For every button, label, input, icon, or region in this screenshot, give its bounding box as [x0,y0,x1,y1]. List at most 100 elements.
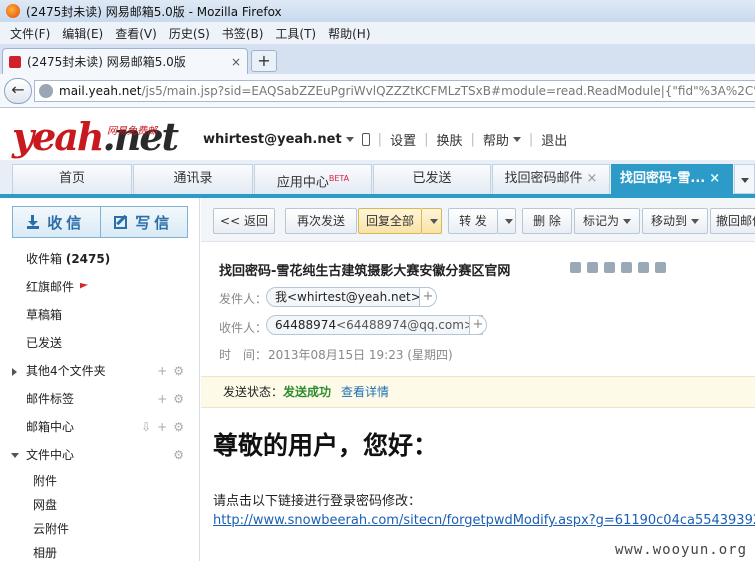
mail-favicon-icon [9,55,21,68]
tab-home[interactable]: 首页 [12,164,132,194]
logo-subtitle: 网易免费邮 [107,126,157,137]
browser-back-button[interactable]: ← [4,78,32,104]
settings-link[interactable]: 设置 [390,130,416,149]
reply-dropdown-button[interactable] [422,208,442,234]
tab-find-password-mails[interactable]: 找回密码邮件 × [492,164,610,194]
user-bar: whirtest@yeah.net | 设置 | 换肤 | 帮助 | 退出 [203,130,568,149]
window-titlebar: (2475封未读) 网易邮箱5.0版 - Mozilla Firefox [0,0,755,22]
mobile-phone-icon[interactable] [361,133,370,146]
note-icon[interactable] [621,262,632,273]
download-icon [27,215,40,229]
subject-action-icons [570,262,666,273]
folder-drafts[interactable]: 草稿箱 [0,302,200,328]
url-path: /js5/main.jsp?sid=EAQSabZZEuPgriWvlQZZZt… [141,84,755,98]
settings-icon[interactable]: ⚙ [173,442,190,468]
red-flag-icon [80,283,89,289]
logout-link[interactable]: 退出 [541,130,567,149]
expand-arrow-icon[interactable] [12,368,17,376]
folder-cloud-attachments[interactable]: 云附件 [0,516,200,542]
password-reset-link[interactable]: http://www.snowbeerah.com/sitecn/forgetp… [213,513,755,528]
close-tab-icon[interactable]: × [231,55,241,69]
edit-icon [114,215,128,229]
mail-header: yeah.net 网易免费邮 whirtest@yeah.net | 设置 | … [0,108,755,160]
add-sender-button[interactable]: + [419,287,437,307]
folder-attachments[interactable]: 附件 [0,468,200,494]
mark-as-button[interactable]: 标记为 [574,208,640,234]
to-label: 收件人： [219,321,268,335]
view-details-link[interactable]: 查看详情 [341,385,389,399]
menu-view[interactable]: 查看(V) [109,25,163,42]
resend-button[interactable]: 再次发送 [285,208,357,234]
receive-button[interactable]: 收信 [13,207,100,237]
back-button[interactable]: << 返回 [213,208,275,234]
menu-edit[interactable]: 编辑(E) [56,25,109,42]
folder-sent[interactable]: 已发送 [0,330,200,356]
print-icon[interactable] [638,262,649,273]
newwindow-icon[interactable] [655,262,666,273]
compose-button[interactable]: 写信 [99,207,188,237]
folder-labels[interactable]: 邮件标签 +⚙ [0,386,200,412]
browser-tab-strip: (2475封未读) 网易邮箱5.0版 × + [0,44,755,74]
new-tab-button[interactable]: + [251,50,277,72]
collapse-arrow-icon[interactable] [11,453,19,458]
status-label: 发送状态： [223,385,284,399]
translate-icon[interactable] [604,262,615,273]
help-chevron-icon[interactable] [512,137,521,142]
user-email[interactable]: whirtest@yeah.net [203,132,342,147]
navigation-bar: ← mail.yeah.net/js5/main.jsp?sid=EAQSabZ… [0,74,755,108]
message-toolbar: << 返回 再次发送 回复全部 转 发 删 除 标记为 移动到 撤回邮件 [201,198,755,242]
folder-file-center[interactable]: 文件中心 ⚙ [0,442,200,468]
folder-other[interactable]: 其他4个文件夹 +⚙ [0,358,200,384]
tab-contacts[interactable]: 通讯录 [133,164,253,194]
browser-tab[interactable]: (2475封未读) 网易邮箱5.0版 × [2,48,248,74]
add-settings-icons[interactable]: +⚙ [157,386,190,412]
flag-icon[interactable] [587,262,598,273]
folder-netdisk[interactable]: 网盘 [0,492,200,518]
move-to-button[interactable]: 移动到 [642,208,708,234]
close-tab-icon[interactable]: × [587,171,598,186]
message-subject: 找回密码-雪花纯生古建筑摄影大赛安徽分赛区官网 [219,264,511,279]
folder-flagged[interactable]: 红旗邮件 [0,274,200,300]
more-tabs-button[interactable] [734,164,755,194]
recall-button[interactable]: 撤回邮件 [710,208,755,234]
tab-sent[interactable]: 已发送 [373,164,491,194]
add-recipient-button[interactable]: + [469,315,487,335]
send-status-bar: 发送状态：发送成功 查看详情 [201,376,755,408]
url-host: mail.yeah.net [59,84,142,98]
reply-all-button[interactable]: 回复全部 [358,208,422,234]
forward-button[interactable]: 转 发 [448,208,498,234]
menu-history[interactable]: 历史(S) [163,25,216,42]
url-bar[interactable]: mail.yeah.net/js5/main.jsp?sid=EAQSabZZE… [34,80,755,102]
delete-button[interactable]: 删 除 [522,208,572,234]
tab-app-center[interactable]: 应用中心BETA [254,164,372,194]
menu-help[interactable]: 帮助(H) [322,25,376,42]
folder-albums[interactable]: 相册 [0,540,200,561]
beta-badge: BETA [328,174,350,183]
dropdown-icon[interactable] [570,262,581,273]
time-label: 时 间： [219,348,268,362]
tab-current-message[interactable]: 找回密码-雪... × [611,164,733,194]
message-time: 2013年08月15日 19:23 (星期四) [268,348,453,362]
to-chip[interactable]: 64488974<64488974@qq.com> [266,315,483,335]
firefox-logo-icon [6,4,20,18]
menu-bookmarks[interactable]: 书签(B) [216,25,270,42]
import-add-settings-icons[interactable]: ⇩+⚙ [141,414,190,440]
menu-tools[interactable]: 工具(T) [269,25,322,42]
folder-inbox[interactable]: 收件箱 (2475) [0,246,200,272]
from-label: 发件人： [219,292,268,306]
chevron-down-icon[interactable] [345,137,354,142]
message-body-text: 请点击以下链接进行登录密码修改： [213,494,422,509]
folder-mailbox-center[interactable]: 邮箱中心 ⇩+⚙ [0,414,200,440]
menu-file[interactable]: 文件(F) [4,25,56,42]
from-chip[interactable]: 我<whirtest@yeah.net> [266,287,430,307]
watermark: www.wooyun.org [615,542,748,558]
add-settings-icons[interactable]: +⚙ [157,358,190,384]
globe-icon [39,84,53,98]
message-greeting: 尊敬的用户，您好： [213,431,439,460]
skin-link[interactable]: 换肤 [436,130,462,149]
help-link[interactable]: 帮助 [483,130,509,149]
window-title: (2475封未读) 网易邮箱5.0版 - Mozilla Firefox [26,4,282,19]
close-tab-icon[interactable]: × [709,171,720,186]
forward-dropdown-button[interactable] [498,208,516,234]
folder-sidebar: 收信 写信 收件箱 (2475) 红旗邮件 草稿箱 已发送 其他4个文件夹 +⚙ … [0,198,200,561]
